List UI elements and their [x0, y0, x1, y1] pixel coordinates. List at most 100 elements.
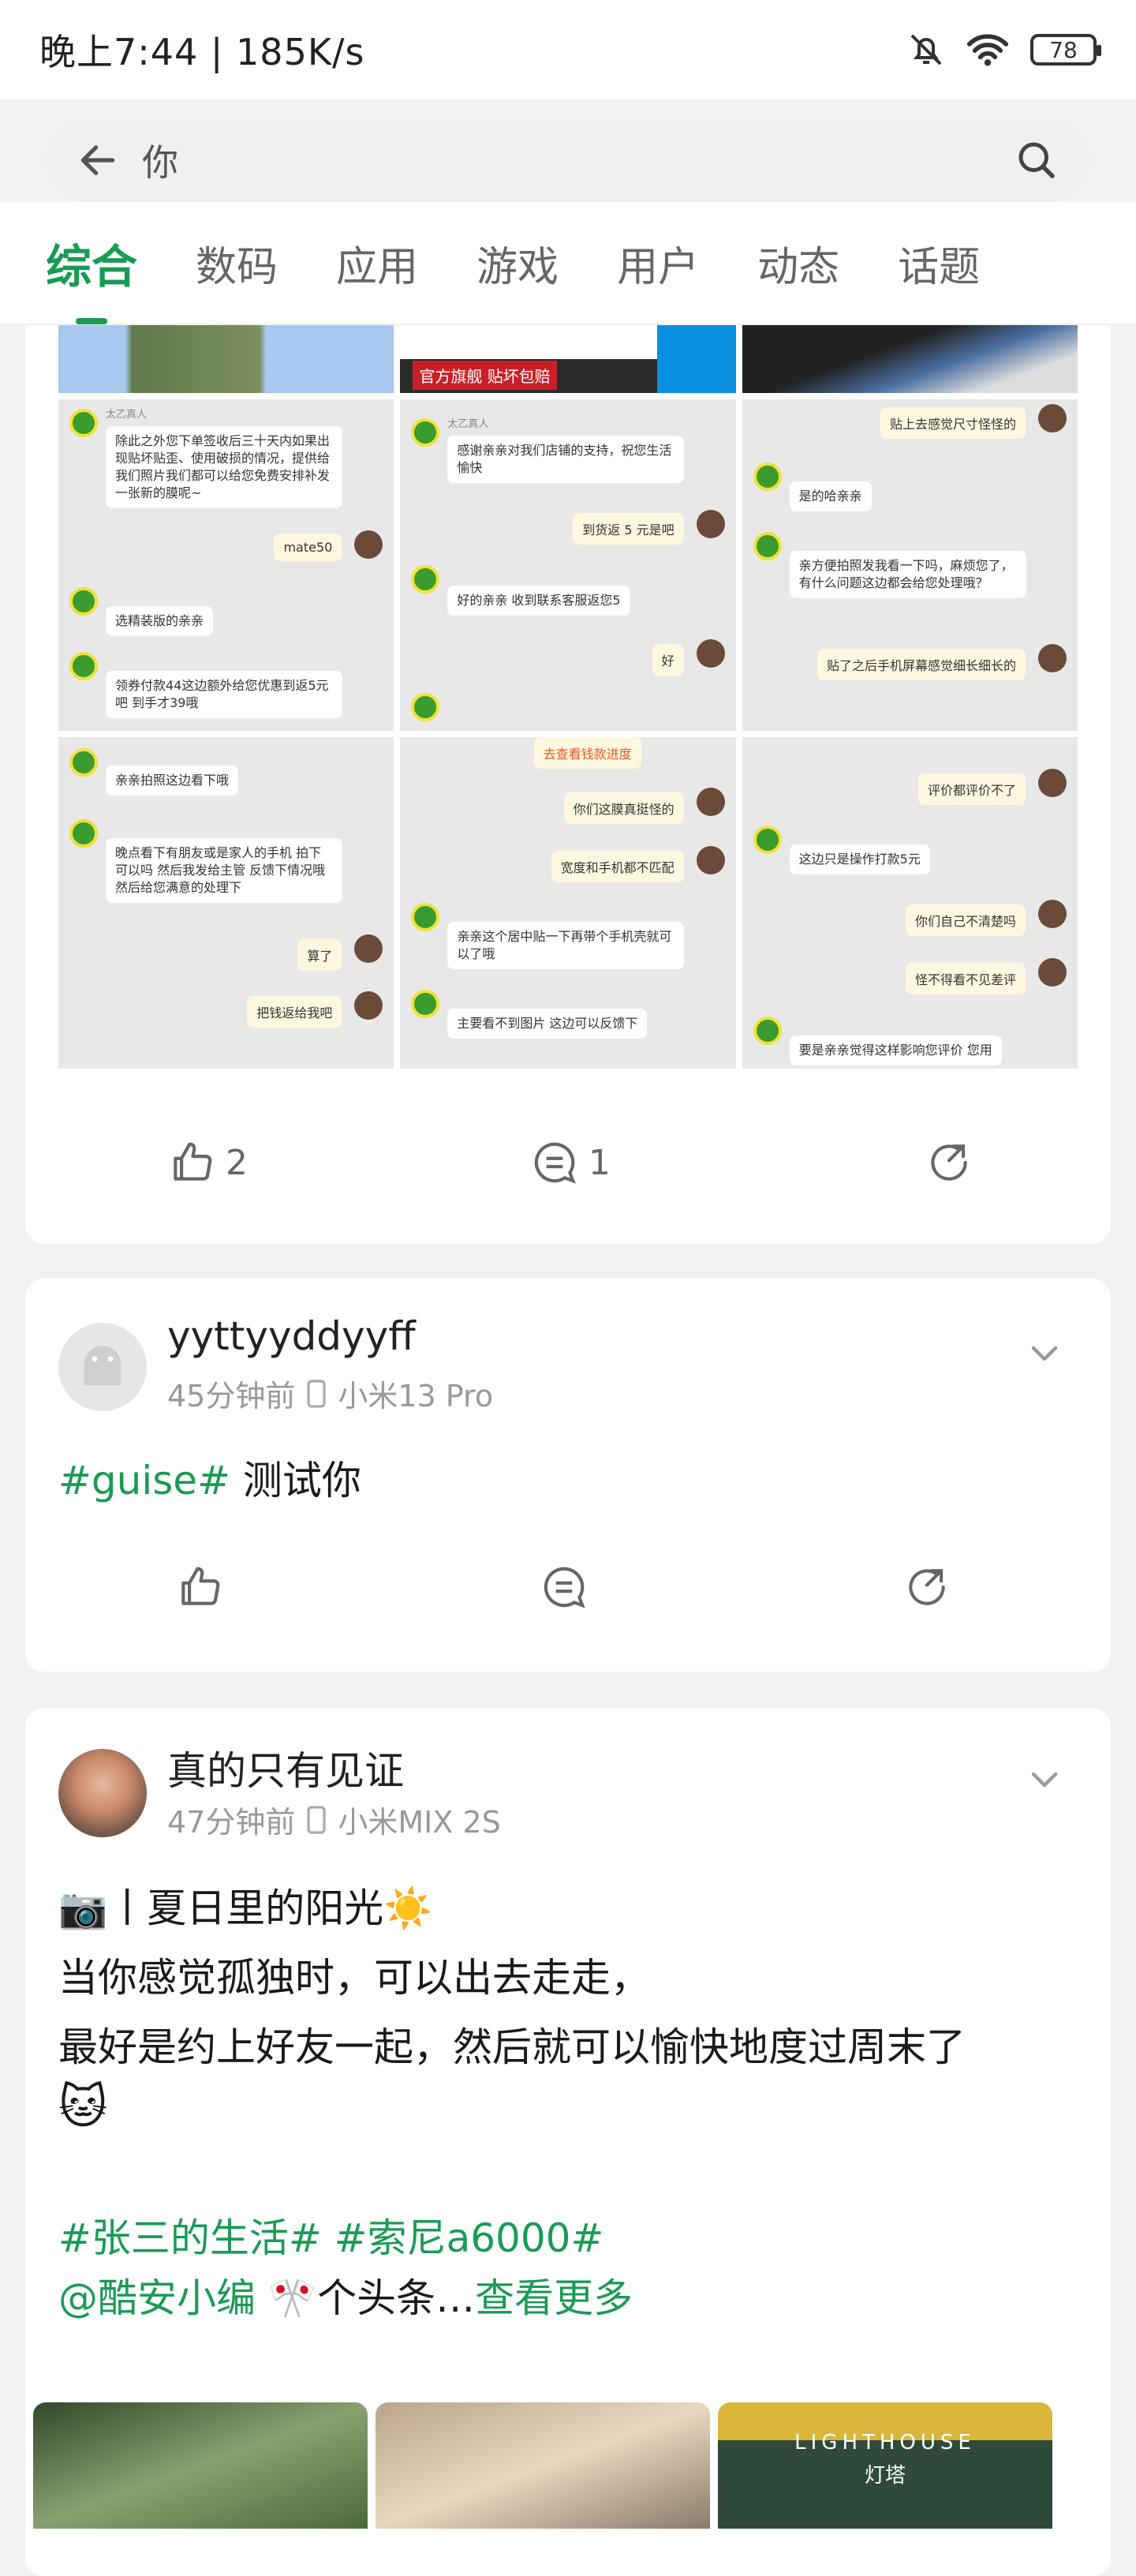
post-content: #guise# 测试你 [58, 1451, 1078, 1511]
chat-name: 太乙真人 [106, 409, 148, 421]
post-time: 45分钟前 [167, 1379, 296, 1413]
chat-avatar [69, 748, 98, 777]
chat-screenshot[interactable]: 太乙真人 感谢亲亲对我们店铺的支持，祝您生活愉快 到货返 5 元是吧 好的亲亲 … [400, 399, 736, 731]
post-photo[interactable] [376, 2402, 710, 2529]
post-line: 📷丨夏日里的阳光☀️ [58, 1885, 433, 1931]
post-meta: 47分钟前 小米MIX 2S [167, 1798, 501, 1841]
comment-icon [534, 1142, 576, 1184]
chat-avatar [69, 587, 98, 616]
photo-sign-text: LIGHTHOUSE [794, 2431, 976, 2454]
like-count: 2 [226, 1142, 248, 1183]
topic-tags[interactable]: #张三的生活# #索尼a6000# [58, 2215, 604, 2261]
chat-bubble: mate50 [274, 534, 342, 561]
phone-icon [307, 1805, 326, 1834]
share-button[interactable] [925, 1138, 973, 1187]
post-line: 当你感觉孤独时，可以出去走走， [58, 1955, 650, 2001]
like-button[interactable] [175, 1563, 224, 1612]
share-button[interactable] [902, 1563, 951, 1612]
chat-bubble: 这边只是操作打款5元 [789, 844, 930, 874]
chat-avatar [1038, 644, 1067, 672]
topic-link[interactable]: #guise# [58, 1458, 230, 1503]
product-image[interactable] [742, 325, 1078, 393]
tab-comprehensive[interactable]: 综合 [46, 230, 137, 324]
search-bar[interactable]: 你 [44, 118, 1092, 202]
see-more-link[interactable]: 查看更多 [475, 2275, 633, 2321]
chat-avatar [1038, 769, 1067, 797]
chat-bubble: 把钱返给我吧 [247, 996, 342, 1028]
search-query[interactable]: 你 [142, 134, 178, 186]
chat-bubble: 主要看不到图片 这边可以反馈下 [447, 1009, 648, 1039]
wifi-icon [966, 34, 1009, 66]
username[interactable]: yyttyyddyyff [167, 1313, 416, 1359]
chat-avatar [354, 934, 383, 963]
chat-avatar [1038, 958, 1067, 987]
chat-bubble: 贴了之后手机屏幕感觉细长细长的 [816, 649, 1026, 680]
chat-screenshot[interactable]: 太乙真人 除此之外您下单签收后三十天内如果出现贴坏贴歪、使用破损的情况，提供给我… [58, 399, 394, 731]
tab-feeds[interactable]: 动态 [757, 234, 839, 293]
post-content: 📷丨夏日里的阳光☀️ 当你感觉孤独时，可以出去走走， 最好是约上好友一起，然后就… [58, 1878, 1078, 2328]
chat-avatar [411, 990, 440, 1018]
username[interactable]: 真的只有见证 [167, 1739, 404, 1796]
back-arrow-icon[interactable] [76, 138, 120, 182]
chat-bubble: 贴上去感觉尺寸怪怪的 [880, 407, 1026, 439]
chat-screenshot[interactable]: 评价都评价不了 这边只是操作打款5元 你们自己不清楚吗 怪不得看不见差评 要是亲… [742, 737, 1078, 1069]
chat-bubble: 你们这膜真挺怪的 [563, 792, 684, 824]
avatar[interactable] [58, 1749, 147, 1837]
chat-avatar [411, 903, 440, 931]
chat-avatar [696, 846, 725, 874]
chat-screenshot[interactable]: 贴上去感觉尺寸怪怪的 是的哈亲亲 亲方便拍照发我看一下吗，麻烦您了，有什么问题这… [742, 399, 1078, 731]
chevron-down-icon[interactable] [1026, 1760, 1063, 1798]
tab-users[interactable]: 用户 [617, 234, 699, 293]
product-image[interactable]: 官方旗舰 贴坏包赔 [400, 325, 736, 393]
avatar[interactable] [58, 1323, 147, 1411]
tab-apps[interactable]: 应用 [336, 234, 418, 293]
post-time: 47分钟前 [167, 1805, 296, 1840]
like-button[interactable]: 2 [167, 1138, 248, 1187]
android-avatar-icon [84, 1346, 121, 1386]
tab-games[interactable]: 游戏 [476, 234, 559, 293]
chat-avatar [753, 1017, 782, 1045]
post-photo[interactable]: LIGHTHOUSE 灯塔 [718, 2402, 1052, 2529]
status-time: 晚上7:44 | 185K/s [39, 31, 365, 73]
comment-count: 1 [589, 1142, 611, 1183]
search-icon[interactable] [1013, 137, 1060, 184]
cat-emoji: 🐱 [58, 2080, 108, 2135]
chat-bubble: 选精装版的亲亲 [106, 606, 214, 636]
post-meta: 45分钟前 小米13 Pro [167, 1372, 493, 1415]
post-text: 测试你 [230, 1458, 361, 1503]
chat-screenshot[interactable]: 亲亲拍照这边看下哦 晚点看下有朋友或是家人的手机 拍下可以吗 然后我发给主管 反… [58, 737, 394, 1069]
chevron-down-icon[interactable] [1026, 1334, 1063, 1372]
chat-bubble: 是的哈亲亲 [789, 481, 872, 511]
chat-bubble: 到货返 5 元是吧 [573, 513, 684, 545]
chat-avatar [753, 826, 782, 854]
comment-button[interactable] [540, 1563, 589, 1612]
post-photo[interactable] [33, 2402, 368, 2529]
comment-button[interactable]: 1 [530, 1138, 611, 1187]
tab-digital[interactable]: 数码 [196, 234, 278, 293]
chat-avatar [696, 510, 725, 538]
tab-topics[interactable]: 话题 [898, 234, 980, 293]
feed-card-2: yyttyyddyyff 45分钟前 小米13 Pro #guise# 测试你 [25, 1279, 1111, 1672]
chat-avatar [354, 991, 383, 1020]
chat-bubble: 怪不得看不见差评 [905, 963, 1026, 994]
device-name: 小米13 Pro [338, 1379, 494, 1413]
thumbs-up-icon [174, 1142, 212, 1181]
mention-link[interactable]: @酷安小编 [58, 2275, 256, 2321]
chat-bubble: 要是亲亲觉得这样影响您评价 您用 [789, 1035, 1002, 1065]
chat-avatar [354, 530, 383, 559]
comment-icon [544, 1567, 585, 1608]
chat-screenshot[interactable]: 去查看钱款进度 你们这膜真挺怪的 宽度和手机都不匹配 亲亲这个居中贴一下再带个手… [400, 737, 736, 1069]
post-line: 🎌个头条… [267, 2275, 476, 2321]
chat-bubble: 感谢亲亲对我们店铺的支持，祝您生活愉快 [447, 436, 685, 483]
chat-avatar [69, 652, 98, 680]
tab-bar: 综合 数码 应用 游戏 用户 动态 话题 [0, 202, 1136, 325]
chat-bubble: 宽度和手机都不匹配 [551, 851, 684, 882]
chat-bubble: 好 [652, 644, 684, 676]
mute-bell-icon [910, 34, 942, 66]
status-bar: 晚上7:44 | 185K/s 78 [0, 0, 1136, 99]
product-image[interactable] [58, 325, 394, 393]
chat-bubble: 亲亲拍照这边看下哦 [106, 766, 239, 796]
chat-avatar [1038, 900, 1067, 928]
share-icon [909, 1569, 945, 1605]
chat-avatar [1038, 404, 1067, 432]
